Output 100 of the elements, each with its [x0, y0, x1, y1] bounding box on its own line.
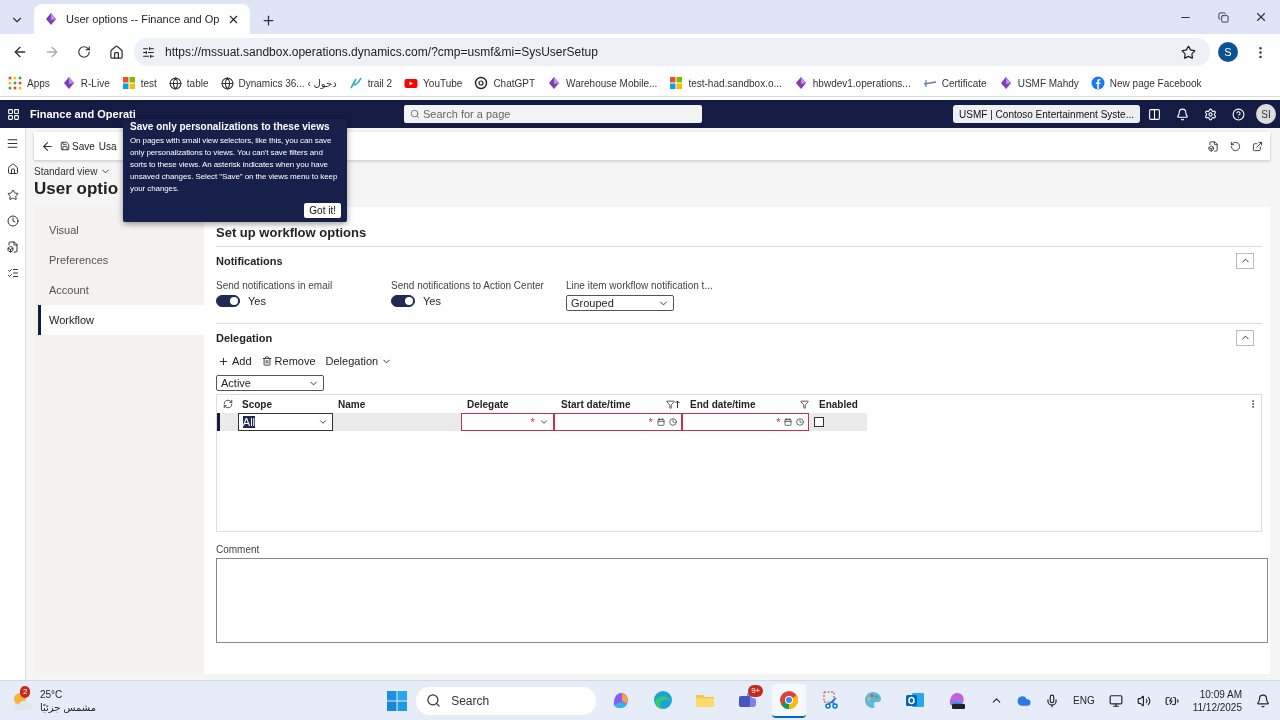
- bookmark[interactable]: test: [121, 76, 157, 90]
- home-icon[interactable]: [6, 163, 19, 175]
- page-title: User optio: [34, 179, 119, 199]
- bookmark[interactable]: trail 2: [348, 76, 393, 90]
- clock[interactable]: 10:09 AM 11/12/2025: [1192, 687, 1242, 714]
- column-header[interactable]: End date/time: [686, 398, 815, 410]
- diamond-icon: [793, 76, 808, 90]
- dropdown[interactable]: Grouped: [566, 295, 674, 311]
- filter-icon: [800, 399, 809, 409]
- trash-icon: [261, 356, 272, 366]
- network-icon[interactable]: [1108, 693, 1123, 708]
- language-indicator[interactable]: ENG: [1073, 695, 1095, 706]
- volume-icon[interactable]: [1136, 693, 1151, 708]
- app-launcher-icon[interactable]: [6, 107, 20, 121]
- notification-badge: 9+: [748, 684, 764, 697]
- address-bar[interactable]: https://mssuat.sandbox.operations.dynamics.com/?cmp=usmf&mi=SysUserSetup: [134, 38, 1210, 66]
- search-field[interactable]: Search for a page: [404, 105, 702, 123]
- calendar-icon[interactable]: [656, 418, 665, 426]
- cloud-icon[interactable]: [1017, 693, 1031, 708]
- remove-button[interactable]: Remove: [261, 355, 316, 367]
- column-header[interactable]: Start date/time: [557, 398, 686, 410]
- bookmark[interactable]: New page Facebook: [1090, 76, 1202, 90]
- refresh-icon[interactable]: [222, 399, 233, 409]
- date-time-field[interactable]: *: [681, 413, 810, 431]
- toolbar-item[interactable]: Usa: [98, 140, 117, 152]
- toggle-switch[interactable]: [216, 295, 240, 307]
- bookmark[interactable]: hbwdev1.operations...: [793, 76, 911, 90]
- menu-icon[interactable]: [6, 136, 19, 150]
- date-time-field[interactable]: *: [553, 413, 682, 431]
- save-button[interactable]: Save: [60, 140, 95, 152]
- back-icon[interactable]: [40, 139, 54, 153]
- section-heading: Delegation: [216, 331, 273, 344]
- bookmark[interactable]: Dynamics 36... ‹ دخول: [220, 76, 337, 90]
- app-title: Finance and Operati: [30, 108, 137, 120]
- bell-icon[interactable]: [1256, 693, 1270, 708]
- nav-item[interactable]: Account: [38, 275, 204, 305]
- nav-item[interactable]: Preferences: [38, 245, 204, 275]
- delegate-field[interactable]: *: [460, 413, 554, 431]
- toggle-value: Yes: [423, 295, 441, 307]
- bookmark[interactable]: Certificate: [922, 76, 987, 90]
- company-picker[interactable]: USMF | Contoso Entertainment Syste...: [953, 105, 1140, 123]
- bookmark[interactable]: YouTube: [404, 76, 463, 90]
- modules-icon[interactable]: [6, 267, 19, 279]
- settings-icon[interactable]: [1203, 107, 1217, 121]
- column-header[interactable]: Name: [334, 398, 463, 410]
- restore-icon[interactable]: [1217, 11, 1229, 23]
- profile-avatar[interactable]: S: [1218, 42, 1238, 62]
- scope-dropdown[interactable]: All: [237, 413, 333, 431]
- windows-start-icon[interactable]: [386, 689, 409, 712]
- browser-tab[interactable]: User options -- Finance and Op: [34, 4, 251, 34]
- windows-squares-icon: [121, 76, 136, 90]
- bookmark[interactable]: test-had.sandbox.o...: [669, 76, 782, 90]
- taskbar-search[interactable]: Search: [416, 686, 597, 715]
- delegation-menu[interactable]: Delegation: [325, 355, 393, 367]
- recent-icon[interactable]: [6, 215, 19, 227]
- enabled-checkbox[interactable]: [814, 417, 825, 427]
- calendar-icon[interactable]: [784, 418, 793, 426]
- favorites-icon[interactable]: [6, 189, 19, 201]
- field-label: Comment: [216, 544, 260, 555]
- user-avatar[interactable]: SI: [1256, 104, 1276, 124]
- bookmark[interactable]: USMF Mahdy: [998, 76, 1079, 90]
- column-header[interactable]: Scope: [238, 398, 334, 410]
- home-icon[interactable]: [108, 44, 124, 60]
- column-header[interactable]: Delegate: [463, 398, 557, 410]
- refresh-icon[interactable]: [1229, 140, 1241, 152]
- comment-field[interactable]: [216, 558, 1268, 643]
- back-icon[interactable]: [12, 44, 28, 60]
- field-label: Send notifications in email: [216, 280, 333, 291]
- bookmark-star-icon[interactable]: [1181, 44, 1196, 60]
- chevron-down-icon: [538, 417, 549, 427]
- help-icon[interactable]: [1231, 107, 1245, 121]
- clock-icon[interactable]: [796, 418, 805, 426]
- notifications-icon[interactable]: [1175, 107, 1189, 121]
- column-header[interactable]: Enabled: [815, 398, 873, 410]
- toggle-value: Yes: [248, 295, 266, 307]
- knot-icon: [474, 76, 489, 90]
- bookmark[interactable]: R-Live: [61, 76, 110, 90]
- got-it-button[interactable]: Got it!: [304, 203, 341, 218]
- bookmark[interactable]: Warehouse Mobile...: [547, 76, 658, 90]
- reload-icon[interactable]: [77, 45, 91, 59]
- clock-icon[interactable]: [668, 418, 677, 426]
- bookmark[interactable]: ChatGPT: [474, 76, 536, 90]
- close-icon[interactable]: [1254, 10, 1268, 24]
- view-selector[interactable]: Standard view: [34, 166, 112, 177]
- filter-dropdown[interactable]: Active: [216, 375, 324, 391]
- new-tab-icon[interactable]: [260, 12, 276, 28]
- open-in-new-icon[interactable]: [1251, 140, 1263, 152]
- diamond-icon: [998, 76, 1013, 90]
- toggle-switch[interactable]: [391, 295, 415, 307]
- tooltip-title: Save only personalizations to these views: [130, 121, 331, 132]
- microphone-icon[interactable]: [1045, 693, 1059, 708]
- bookmark[interactable]: Apps: [8, 76, 50, 90]
- bookmark[interactable]: table: [168, 76, 209, 90]
- site-settings-icon[interactable]: [142, 45, 155, 59]
- field-label: Line item workflow notification t...: [566, 280, 713, 291]
- filter-icon: [666, 399, 675, 409]
- add-button[interactable]: Add: [218, 355, 252, 367]
- save-icon: [60, 141, 70, 151]
- nav-item[interactable]: Workflow: [38, 305, 204, 335]
- chrome-icon[interactable]: [778, 688, 801, 711]
